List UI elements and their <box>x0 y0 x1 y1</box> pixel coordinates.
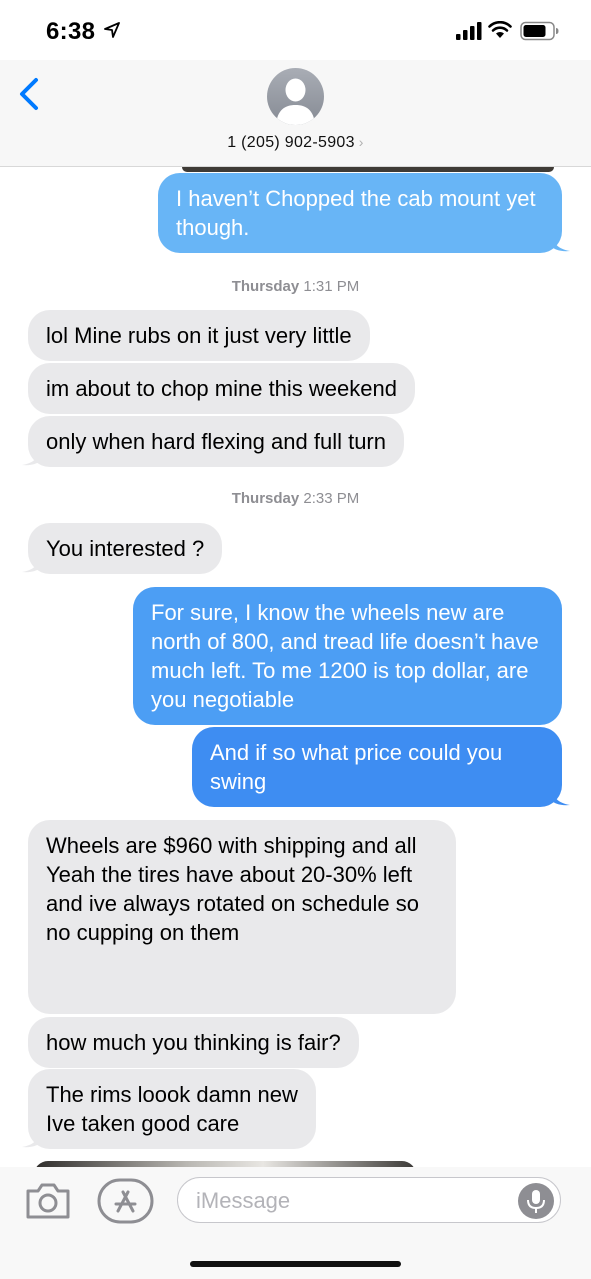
outgoing-message-bubble[interactable]: I haven’t Chopped the cab mount yet thou… <box>158 173 562 253</box>
incoming-message-bubble[interactable]: lol Mine rubs on it just very little <box>28 310 370 361</box>
incoming-message-bubble[interactable]: You interested ? <box>28 523 223 574</box>
bubble-tail <box>552 233 570 252</box>
incoming-message-bubble[interactable]: im about to chop mine this weekend <box>28 363 415 414</box>
camera-button[interactable] <box>24 1181 72 1221</box>
bubble-tail <box>552 787 570 806</box>
status-time: 6:38 <box>46 18 96 45</box>
microphone-icon <box>527 1190 545 1213</box>
wifi-icon <box>488 20 512 44</box>
microphone-button[interactable] <box>518 1183 554 1219</box>
bubble-tail <box>22 447 40 466</box>
contact-number: 1 (205) 902-5903 <box>227 134 355 151</box>
incoming-message-bubble[interactable]: The rims loook damn new Ive taken good c… <box>28 1069 316 1149</box>
home-indicator <box>190 1261 401 1267</box>
chevron-right-icon: › <box>358 134 364 150</box>
timestamp-time: 2:33 PM <box>303 490 360 507</box>
bubble-tail <box>22 1129 40 1148</box>
timestamp-day: Thursday <box>231 278 300 295</box>
input-bar <box>0 1167 591 1279</box>
incoming-message-bubble[interactable]: how much you thinking is fair? <box>28 1017 359 1068</box>
app-store-button[interactable] <box>97 1178 154 1224</box>
message-field[interactable] <box>177 1177 561 1223</box>
message-input[interactable] <box>196 1187 506 1215</box>
timestamp: Thursday 1:31 PM <box>0 278 591 295</box>
image-attachment-peek[interactable] <box>182 167 554 172</box>
battery-icon <box>520 21 560 46</box>
incoming-message-bubble[interactable]: only when hard flexing and full turn <box>28 416 404 467</box>
back-chevron-icon <box>20 78 38 110</box>
back-button[interactable] <box>14 74 44 114</box>
status-bar: 6:38 <box>0 0 591 60</box>
message-thread[interactable]: I haven’t Chopped the cab mount yet thou… <box>0 167 591 1167</box>
incoming-message-bubble[interactable]: Wheels are $960 with shipping and all Ye… <box>28 820 456 1014</box>
contact-avatar-icon <box>276 78 315 125</box>
timestamp-time: 1:31 PM <box>303 278 360 295</box>
camera-icon <box>26 1183 70 1219</box>
outgoing-message-bubble[interactable]: For sure, I know the wheels new are nort… <box>133 587 562 725</box>
contact-name[interactable]: 1 (205) 902-5903 › <box>0 134 591 152</box>
timestamp: Thursday 2:33 PM <box>0 490 591 507</box>
conversation-header: 1 (205) 902-5903 › <box>0 60 591 167</box>
bubble-tail <box>22 554 40 573</box>
outgoing-message-bubble[interactable]: And if so what price could you swing <box>192 727 562 807</box>
app-store-icon <box>97 1178 154 1224</box>
signal-icon <box>456 22 482 45</box>
contact-avatar[interactable] <box>267 68 324 125</box>
timestamp-day: Thursday <box>231 490 300 507</box>
location-arrow-icon <box>104 22 120 43</box>
